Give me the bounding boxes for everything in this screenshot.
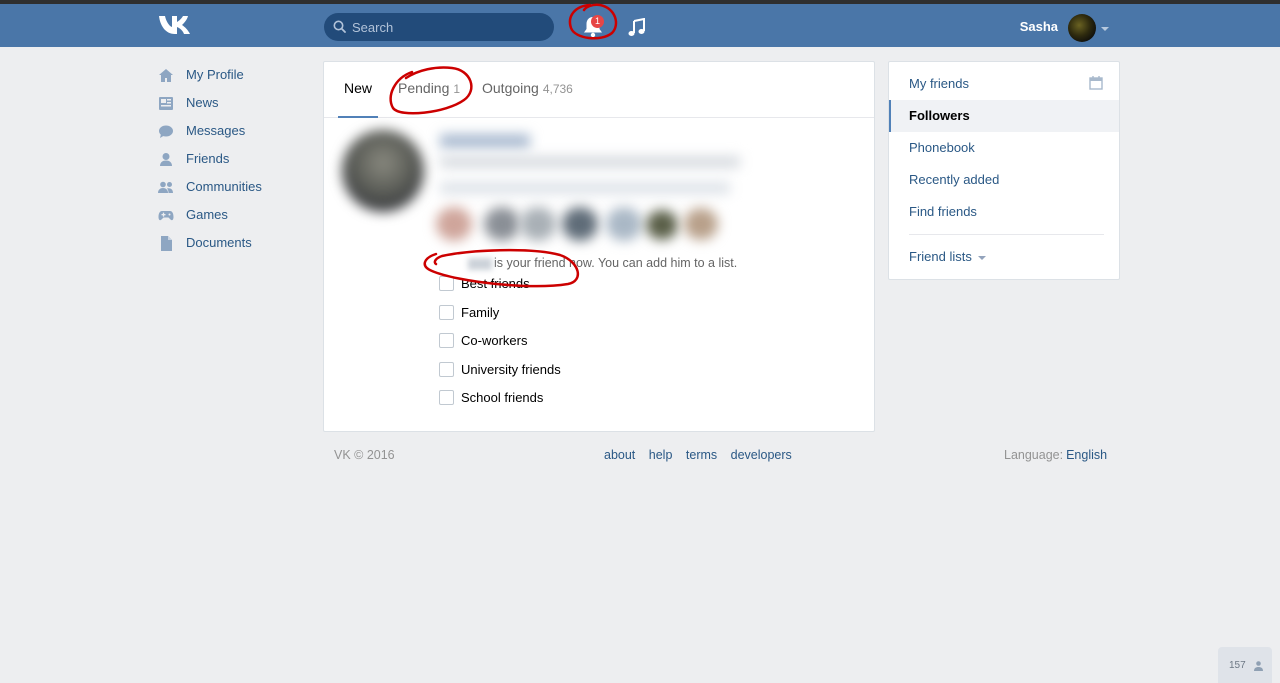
menu-divider <box>909 234 1104 235</box>
footer-links: about help terms developers <box>604 448 802 462</box>
nav-item-label: Messages <box>186 123 246 138</box>
menu-item-label: Friend lists <box>909 249 972 264</box>
checkbox[interactable] <box>439 333 454 348</box>
nav-item-friends[interactable]: Friends <box>158 147 308 175</box>
menu-item-label: Followers <box>909 108 970 123</box>
checkbox-label[interactable]: School friends <box>461 390 543 405</box>
gamepad-icon <box>158 211 174 221</box>
menu-item-my-friends[interactable]: My friends <box>889 68 1119 100</box>
footer-copyright: VK © 2016 <box>334 448 395 462</box>
mutual-friends-blurred[interactable] <box>646 210 678 240</box>
messages-icon <box>159 125 173 138</box>
online-count: 157 <box>1229 660 1246 671</box>
mutual-friends-blurred[interactable] <box>520 207 556 241</box>
mutual-friends-blurred[interactable] <box>562 207 598 241</box>
menu-item-label: Recently added <box>909 172 1000 187</box>
tab-pending[interactable]: Pending 1 <box>398 62 460 117</box>
checkbox-label[interactable]: Best friends <box>461 276 530 291</box>
nav-item-label: Games <box>186 207 228 222</box>
redacted-name <box>468 257 492 270</box>
search-bar[interactable] <box>324 13 554 41</box>
nav-item-news[interactable]: News <box>158 91 308 119</box>
menu-item-label: My friends <box>909 76 969 91</box>
nav-item-label: Friends <box>186 151 230 166</box>
menu-item-recently-added[interactable]: Recently added <box>889 164 1119 196</box>
nav-item-label: Communities <box>186 179 262 194</box>
request-avatar[interactable] <box>342 130 424 212</box>
calendar-icon[interactable] <box>1089 76 1103 90</box>
nav-item-games[interactable]: Games <box>158 203 308 231</box>
nav-item-my-profile[interactable]: My Profile <box>158 63 308 91</box>
tab-label: Pending <box>398 80 450 96</box>
chevron-down-icon <box>977 255 986 260</box>
menu-item-followers[interactable]: Followers <box>889 100 1119 132</box>
mutual-friends-blurred[interactable] <box>684 208 718 240</box>
footer-link-terms[interactable]: terms <box>686 448 717 462</box>
search-icon <box>333 20 346 33</box>
nav-item-documents[interactable]: Documents <box>158 231 308 259</box>
communities-icon <box>158 181 173 193</box>
menu-item-label: Phonebook <box>909 140 975 155</box>
tab-count: 4,736 <box>542 82 573 96</box>
checkbox-label[interactable]: Co-workers <box>461 333 527 348</box>
tab-label: New <box>344 80 373 96</box>
menu-item-friend-lists[interactable]: Friend lists <box>889 241 1119 273</box>
friend-requests-panel: New Pending 1 Outgoing 4,736 is your frien… <box>323 61 875 432</box>
request-info-blurred <box>440 156 740 168</box>
user-name[interactable]: Sasha <box>1010 19 1058 34</box>
request-tabs: New Pending 1 Outgoing 4,736 <box>324 62 874 118</box>
left-navigation: My Profile News Messages Friends Communi… <box>158 63 308 259</box>
request-info-blurred <box>440 182 730 194</box>
nav-item-messages[interactable]: Messages <box>158 119 308 147</box>
language-label: Language: <box>1004 448 1064 462</box>
nav-item-label: News <box>186 95 219 110</box>
online-friends-counter[interactable]: 157 <box>1218 647 1272 683</box>
menu-item-label: Find friends <box>909 204 977 219</box>
document-icon <box>161 236 172 251</box>
mutual-friends-blurred[interactable] <box>484 207 520 241</box>
footer-link-help[interactable]: help <box>649 448 673 462</box>
tab-outgoing[interactable]: Outgoing 4,736 <box>482 62 573 117</box>
person-icon <box>1254 661 1263 671</box>
music-icon[interactable] <box>627 18 647 38</box>
checkbox[interactable] <box>439 276 454 291</box>
vk-logo-icon[interactable] <box>158 14 192 36</box>
top-bar: 1 Sasha <box>0 0 1280 47</box>
news-icon <box>159 97 173 110</box>
tab-count: 1 <box>453 82 461 96</box>
notification-badge: 1 <box>591 15 604 28</box>
language-link[interactable]: English <box>1066 448 1107 462</box>
user-avatar[interactable] <box>1068 14 1096 42</box>
checkbox[interactable] <box>439 390 454 405</box>
menu-item-find-friends[interactable]: Find friends <box>889 196 1119 228</box>
tab-new[interactable]: New <box>337 62 379 118</box>
tab-label: Outgoing <box>482 80 539 96</box>
nav-item-communities[interactable]: Communities <box>158 175 308 203</box>
home-icon <box>159 69 173 82</box>
mutual-friends-blurred[interactable] <box>606 207 642 241</box>
search-input[interactable] <box>352 13 548 41</box>
checkbox-label[interactable]: Family <box>461 305 499 320</box>
request-name-blurred[interactable] <box>440 134 530 148</box>
friend-icon <box>160 153 172 166</box>
menu-item-phonebook[interactable]: Phonebook <box>889 132 1119 164</box>
footer-link-about[interactable]: about <box>604 448 635 462</box>
chevron-down-icon[interactable] <box>1101 27 1109 31</box>
friend-notice-text: is your friend now. You can add him to a… <box>494 256 738 270</box>
nav-item-label: Documents <box>186 235 252 250</box>
checkbox[interactable] <box>439 304 454 320</box>
checkbox-label[interactable]: University friends <box>461 362 561 377</box>
checkbox[interactable] <box>439 361 454 377</box>
footer-link-developers[interactable]: developers <box>731 448 792 462</box>
nav-item-label: My Profile <box>186 67 244 82</box>
footer-language: Language: English <box>1004 448 1107 462</box>
friend-added-notice: is your friend now. You can add him to a… <box>468 256 737 270</box>
mutual-friends-blurred[interactable] <box>436 207 472 241</box>
friends-right-menu: My friends Followers Phonebook Recently … <box>888 61 1120 280</box>
